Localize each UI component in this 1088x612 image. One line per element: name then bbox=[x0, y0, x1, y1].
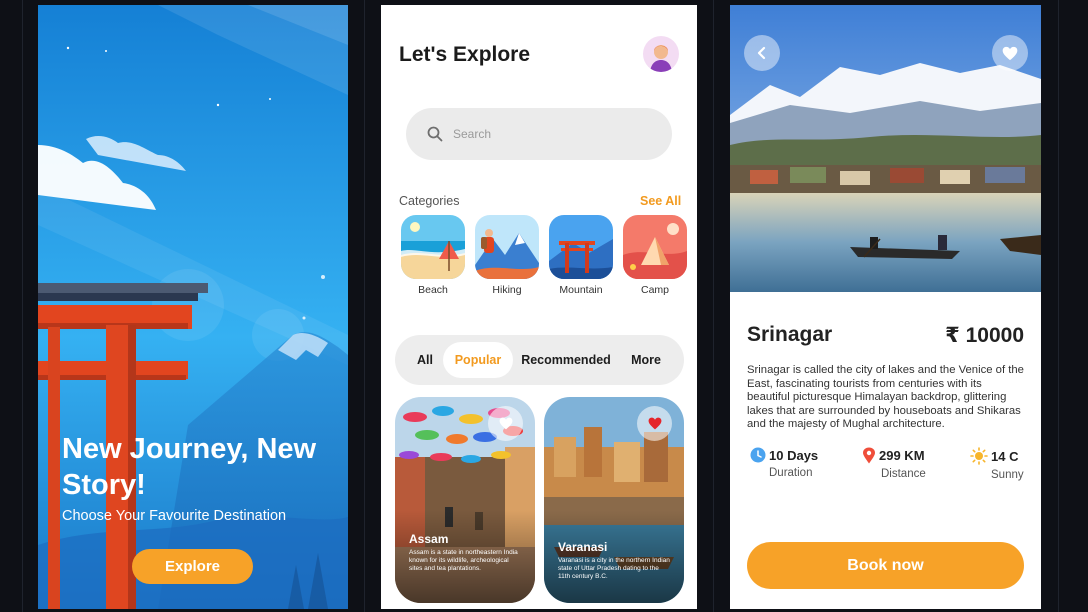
search-icon bbox=[427, 126, 443, 142]
favorite-button[interactable] bbox=[992, 35, 1028, 71]
stat-value: 299 KM bbox=[879, 448, 925, 463]
camp-icon bbox=[623, 215, 687, 279]
explore-screen: Let's Explore Categories See All bbox=[381, 5, 697, 609]
favorite-button[interactable] bbox=[488, 406, 523, 441]
filter-tabs: All Popular Recommended More bbox=[395, 335, 684, 385]
category-camp[interactable]: Camp bbox=[623, 215, 687, 296]
categories-heading: Categories bbox=[399, 194, 460, 208]
book-now-button[interactable]: Book now bbox=[747, 542, 1024, 589]
favorite-button[interactable] bbox=[637, 406, 672, 441]
stat-value: 10 Days bbox=[769, 447, 819, 463]
heart-outline-icon bbox=[499, 417, 512, 430]
page-title: Let's Explore bbox=[399, 43, 531, 66]
stat-value: 14 C bbox=[991, 448, 1019, 464]
heart-icon bbox=[1002, 46, 1018, 60]
search-input[interactable] bbox=[453, 127, 653, 141]
avatar[interactable] bbox=[643, 36, 679, 72]
stat-label: Distance bbox=[881, 468, 926, 480]
tab-more[interactable]: More bbox=[621, 342, 671, 378]
see-all-link[interactable]: See All bbox=[640, 194, 681, 208]
location-pin-icon bbox=[863, 447, 875, 464]
frame-divider bbox=[1058, 0, 1059, 612]
place-price: ₹ 10000 bbox=[945, 324, 1024, 347]
heart-filled-icon bbox=[648, 417, 661, 430]
category-beach[interactable]: Beach bbox=[401, 215, 465, 296]
category-list: Beach Hiking Mountain Camp bbox=[401, 215, 691, 305]
place-name: Srinagar bbox=[747, 323, 833, 346]
category-label: Beach bbox=[418, 284, 448, 296]
category-label: Hiking bbox=[492, 284, 522, 296]
card-title: Assam bbox=[409, 532, 449, 546]
category-label: Camp bbox=[640, 284, 669, 296]
clock-icon bbox=[750, 447, 766, 463]
beach-icon bbox=[401, 215, 465, 279]
card-description: Assam is a state in northeastern India k… bbox=[409, 549, 518, 572]
detail-screen: Srinagar ₹ 10000 Srinagar is called the … bbox=[730, 5, 1041, 609]
destination-card-varanasi[interactable]: Varanasi Varanasi is a city in the north… bbox=[544, 397, 684, 603]
stat-label: Sunny bbox=[991, 469, 1024, 481]
frame-divider bbox=[364, 0, 365, 612]
frame-divider bbox=[713, 0, 714, 612]
destination-card-assam[interactable]: Assam Assam is a state in northeastern I… bbox=[395, 397, 535, 603]
category-mountain[interactable]: Mountain bbox=[549, 215, 613, 296]
category-label: Mountain bbox=[559, 284, 603, 296]
splash-subtitle: Choose Your Favourite Destination bbox=[62, 508, 287, 524]
tab-popular[interactable]: Popular bbox=[443, 342, 513, 378]
tab-recommended[interactable]: Recommended bbox=[519, 342, 613, 378]
stat-label: Duration bbox=[769, 467, 813, 479]
card-title: Varanasi bbox=[558, 540, 608, 554]
hiking-icon bbox=[475, 215, 539, 279]
tab-all[interactable]: All bbox=[409, 342, 441, 378]
stat-duration: 10 Days Duration bbox=[750, 447, 818, 479]
frame-divider bbox=[22, 0, 23, 612]
stat-weather: 14 C Sunny bbox=[970, 447, 1024, 481]
back-button[interactable] bbox=[744, 35, 780, 71]
category-hiking[interactable]: Hiking bbox=[475, 215, 539, 296]
mountain-icon bbox=[549, 215, 613, 279]
stat-distance: 299 KM Distance bbox=[862, 447, 926, 480]
explore-button[interactable]: Explore bbox=[132, 549, 253, 584]
splash-screen: New Journey, New Story! Choose Your Favo… bbox=[38, 5, 348, 609]
place-description: Srinagar is called the city of lakes and… bbox=[747, 364, 1024, 430]
search-bar[interactable] bbox=[406, 108, 672, 160]
user-avatar-icon bbox=[650, 45, 672, 72]
card-description: Varanasi is a city in the northern India… bbox=[558, 557, 670, 580]
chevron-left-icon bbox=[757, 46, 766, 60]
splash-title: New Journey, New Story! bbox=[62, 433, 317, 501]
sun-icon bbox=[970, 447, 988, 465]
